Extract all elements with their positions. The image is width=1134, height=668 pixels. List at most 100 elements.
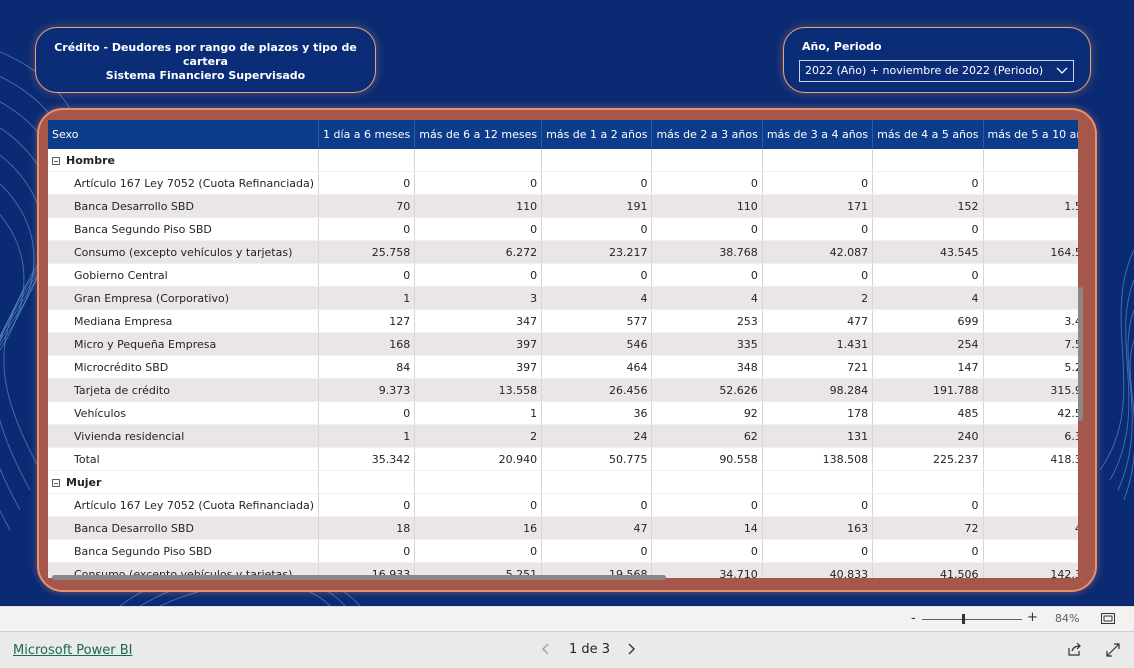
row-label: Artículo 167 Ley 7052 (Cuota Refinanciad…: [48, 493, 320, 517]
column-header[interactable]: más de 5 a 10 años: [983, 120, 1078, 149]
value-cell: 34.710: [651, 562, 763, 578]
row-label: Vehículos: [48, 401, 320, 425]
value-cell: 0: [983, 493, 1078, 517]
collapse-icon[interactable]: [52, 478, 60, 487]
value-cell: 1: [318, 286, 416, 310]
value-cell: 0: [983, 171, 1078, 195]
chevron-right-icon[interactable]: [625, 642, 637, 656]
report-title-card: Crédito - Deudores por rango de plazos y…: [35, 27, 376, 93]
report-title-line1: Crédito - Deudores por rango de plazos y…: [54, 41, 357, 68]
value-cell: 546: [541, 332, 653, 356]
table-row: Mediana Empresa1273475772534776993.4461.: [48, 309, 1078, 333]
row-label: Vivienda residencial: [48, 424, 320, 448]
table-row: Banca Desarrollo SBD1816471416372490: [48, 516, 1078, 540]
period-slicer-dropdown[interactable]: 2022 (Año) + noviembre de 2022 (Periodo): [799, 60, 1074, 82]
column-header[interactable]: más de 1 a 2 años: [541, 120, 653, 149]
table-row: Artículo 167 Ley 7052 (Cuota Refinanciad…: [48, 171, 1078, 195]
value-cell: 163: [762, 516, 874, 540]
value-cell: 47: [541, 516, 653, 540]
value-cell: 4: [651, 286, 763, 310]
group-empty-cell: [541, 470, 653, 494]
value-cell: 1: [414, 401, 543, 425]
table-header-row: Sexo 1 día a 6 meses más de 6 a 12 meses má…: [48, 120, 1078, 149]
value-cell: 6.272: [414, 240, 543, 264]
zoom-in-button[interactable]: +: [1027, 610, 1038, 625]
value-cell: 0: [541, 539, 653, 563]
value-cell: 397: [414, 332, 543, 356]
value-cell: 0: [983, 263, 1078, 287]
fit-to-page-icon[interactable]: [1101, 613, 1115, 624]
value-cell: 35.342: [318, 447, 416, 471]
value-cell: 72: [872, 516, 984, 540]
column-header[interactable]: más de 4 a 5 años: [872, 120, 984, 149]
value-cell: 20.940: [414, 447, 543, 471]
value-cell: 1: [318, 424, 416, 448]
value-cell: 6.363: [983, 424, 1078, 448]
row-label: Banca Segundo Piso SBD: [48, 539, 320, 563]
zoom-out-button[interactable]: -: [911, 611, 916, 626]
value-cell: 4: [541, 286, 653, 310]
value-cell: 0: [318, 401, 416, 425]
value-cell: 699: [872, 309, 984, 333]
expand-icon[interactable]: [1105, 642, 1121, 658]
column-header[interactable]: más de 2 a 3 años: [651, 120, 763, 149]
period-slicer-card: Año, Periodo 2022 (Año) + noviembre de 2…: [783, 27, 1091, 93]
value-cell: 577: [541, 309, 653, 333]
powerbi-brand-link[interactable]: Microsoft Power BI: [13, 643, 132, 658]
chevron-left-icon[interactable]: [540, 642, 552, 656]
value-cell: 0: [318, 217, 416, 241]
column-header[interactable]: más de 3 a 4 años: [762, 120, 874, 149]
group-empty-cell: [762, 470, 874, 494]
value-cell: 5.263: [983, 355, 1078, 379]
value-cell: 0: [318, 539, 416, 563]
value-cell: 41.506: [872, 562, 984, 578]
group-label[interactable]: Mujer: [48, 470, 320, 494]
matrix-table: Sexo 1 día a 6 meses más de 6 a 12 meses má…: [48, 120, 1078, 578]
value-cell: 90.558: [651, 447, 763, 471]
value-cell: 0: [318, 171, 416, 195]
group-empty-cell: [762, 149, 874, 172]
column-header[interactable]: más de 6 a 12 meses: [414, 120, 543, 149]
value-cell: 0: [318, 493, 416, 517]
value-cell: 253: [651, 309, 763, 333]
value-cell: 43.545: [872, 240, 984, 264]
value-cell: 142.322: [983, 562, 1078, 578]
row-label: Banca Desarrollo SBD: [48, 516, 320, 540]
group-empty-cell: [872, 470, 984, 494]
value-cell: 191.788: [872, 378, 984, 402]
value-cell: 0: [762, 493, 874, 517]
collapse-icon[interactable]: [52, 156, 60, 165]
value-cell: 0: [762, 217, 874, 241]
row-label: Micro y Pequeña Empresa: [48, 332, 320, 356]
horizontal-scrollbar[interactable]: [52, 575, 666, 580]
value-cell: 84: [318, 355, 416, 379]
group-empty-cell: [651, 470, 763, 494]
value-cell: 168: [318, 332, 416, 356]
value-cell: 3.446: [983, 309, 1078, 333]
value-cell: 240: [872, 424, 984, 448]
value-cell: 347: [414, 309, 543, 333]
zoom-slider-track[interactable]: [922, 619, 1022, 620]
column-header[interactable]: 1 día a 6 meses: [318, 120, 416, 149]
zoom-slider-thumb[interactable]: [962, 614, 965, 624]
share-icon[interactable]: [1067, 642, 1082, 657]
group-empty-cell: [414, 149, 543, 172]
row-label: Artículo 167 Ley 7052 (Cuota Refinanciad…: [48, 171, 320, 195]
group-label[interactable]: Hombre: [48, 149, 320, 172]
value-cell: 152: [872, 194, 984, 218]
group-empty-cell: [983, 149, 1078, 172]
group-empty-cell: [541, 149, 653, 172]
value-cell: 23.217: [541, 240, 653, 264]
chevron-down-icon: [1056, 67, 1068, 74]
group-empty-cell: [318, 149, 416, 172]
value-cell: 5: [983, 286, 1078, 310]
row-label: Consumo (excepto vehículos y tarjetas): [48, 240, 320, 264]
group-name: Mujer: [66, 475, 102, 489]
vertical-scrollbar[interactable]: [1078, 287, 1083, 421]
report-canvas: Crédito - Deudores por rango de plazos y…: [0, 0, 1134, 606]
value-cell: 1.431: [762, 332, 874, 356]
value-cell: 0: [541, 493, 653, 517]
row-label: Gobierno Central: [48, 263, 320, 287]
column-header[interactable]: Sexo: [48, 120, 320, 149]
value-cell: 16: [414, 516, 543, 540]
